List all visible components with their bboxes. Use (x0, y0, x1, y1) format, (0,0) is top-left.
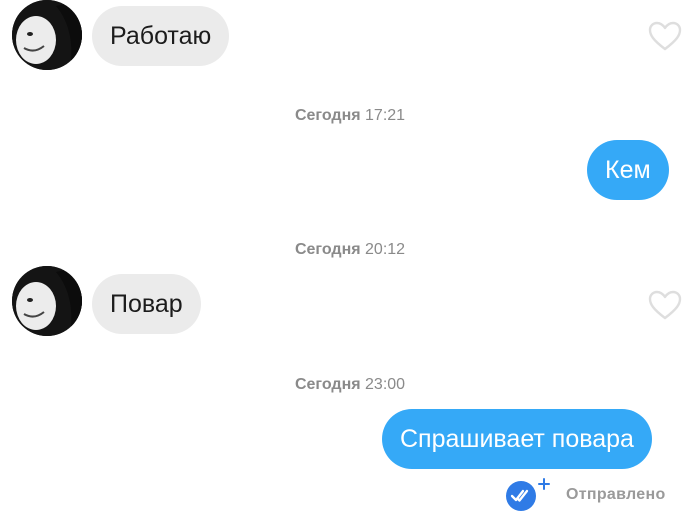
delivery-status-label: Отправлено (566, 486, 666, 503)
delivery-status: Отправлено (504, 478, 666, 512)
outgoing-message-bubble[interactable]: Спрашивает повара (382, 409, 652, 469)
heart-outline-icon[interactable] (648, 290, 682, 320)
timestamp-time: 20:12 (365, 241, 406, 258)
message-text: Спрашивает повара (400, 424, 634, 453)
status-icon-group (504, 478, 550, 512)
timestamp-day: Сегодня (294, 241, 361, 258)
incoming-message-bubble[interactable]: Повар (92, 274, 201, 334)
message-timestamp: Сегодня 20:12 (0, 241, 700, 259)
message-timestamp: Сегодня 23:00 (0, 376, 700, 394)
double-check-icon (506, 481, 536, 511)
message-timestamp: Сегодня 17:21 (0, 107, 700, 125)
conversation-view: Работаю Сегодня 17:21 Кем Сегодня 20:12 … (0, 0, 700, 520)
avatar-photo (12, 0, 82, 70)
message-text: Повар (110, 289, 183, 318)
message-text: Работаю (110, 21, 212, 50)
timestamp-time: 17:21 (365, 107, 406, 124)
timestamp-time: 23:00 (365, 376, 406, 393)
incoming-message-bubble[interactable]: Работаю (92, 6, 230, 66)
contact-avatar[interactable] (12, 0, 82, 70)
timestamp-day: Сегодня (294, 107, 361, 124)
plus-icon (538, 478, 550, 490)
avatar-photo (12, 266, 82, 336)
heart-outline-icon[interactable] (648, 21, 682, 51)
outgoing-message-bubble[interactable]: Кем (587, 140, 669, 200)
contact-avatar[interactable] (12, 266, 82, 336)
message-text: Кем (605, 155, 651, 184)
timestamp-day: Сегодня (294, 376, 361, 393)
